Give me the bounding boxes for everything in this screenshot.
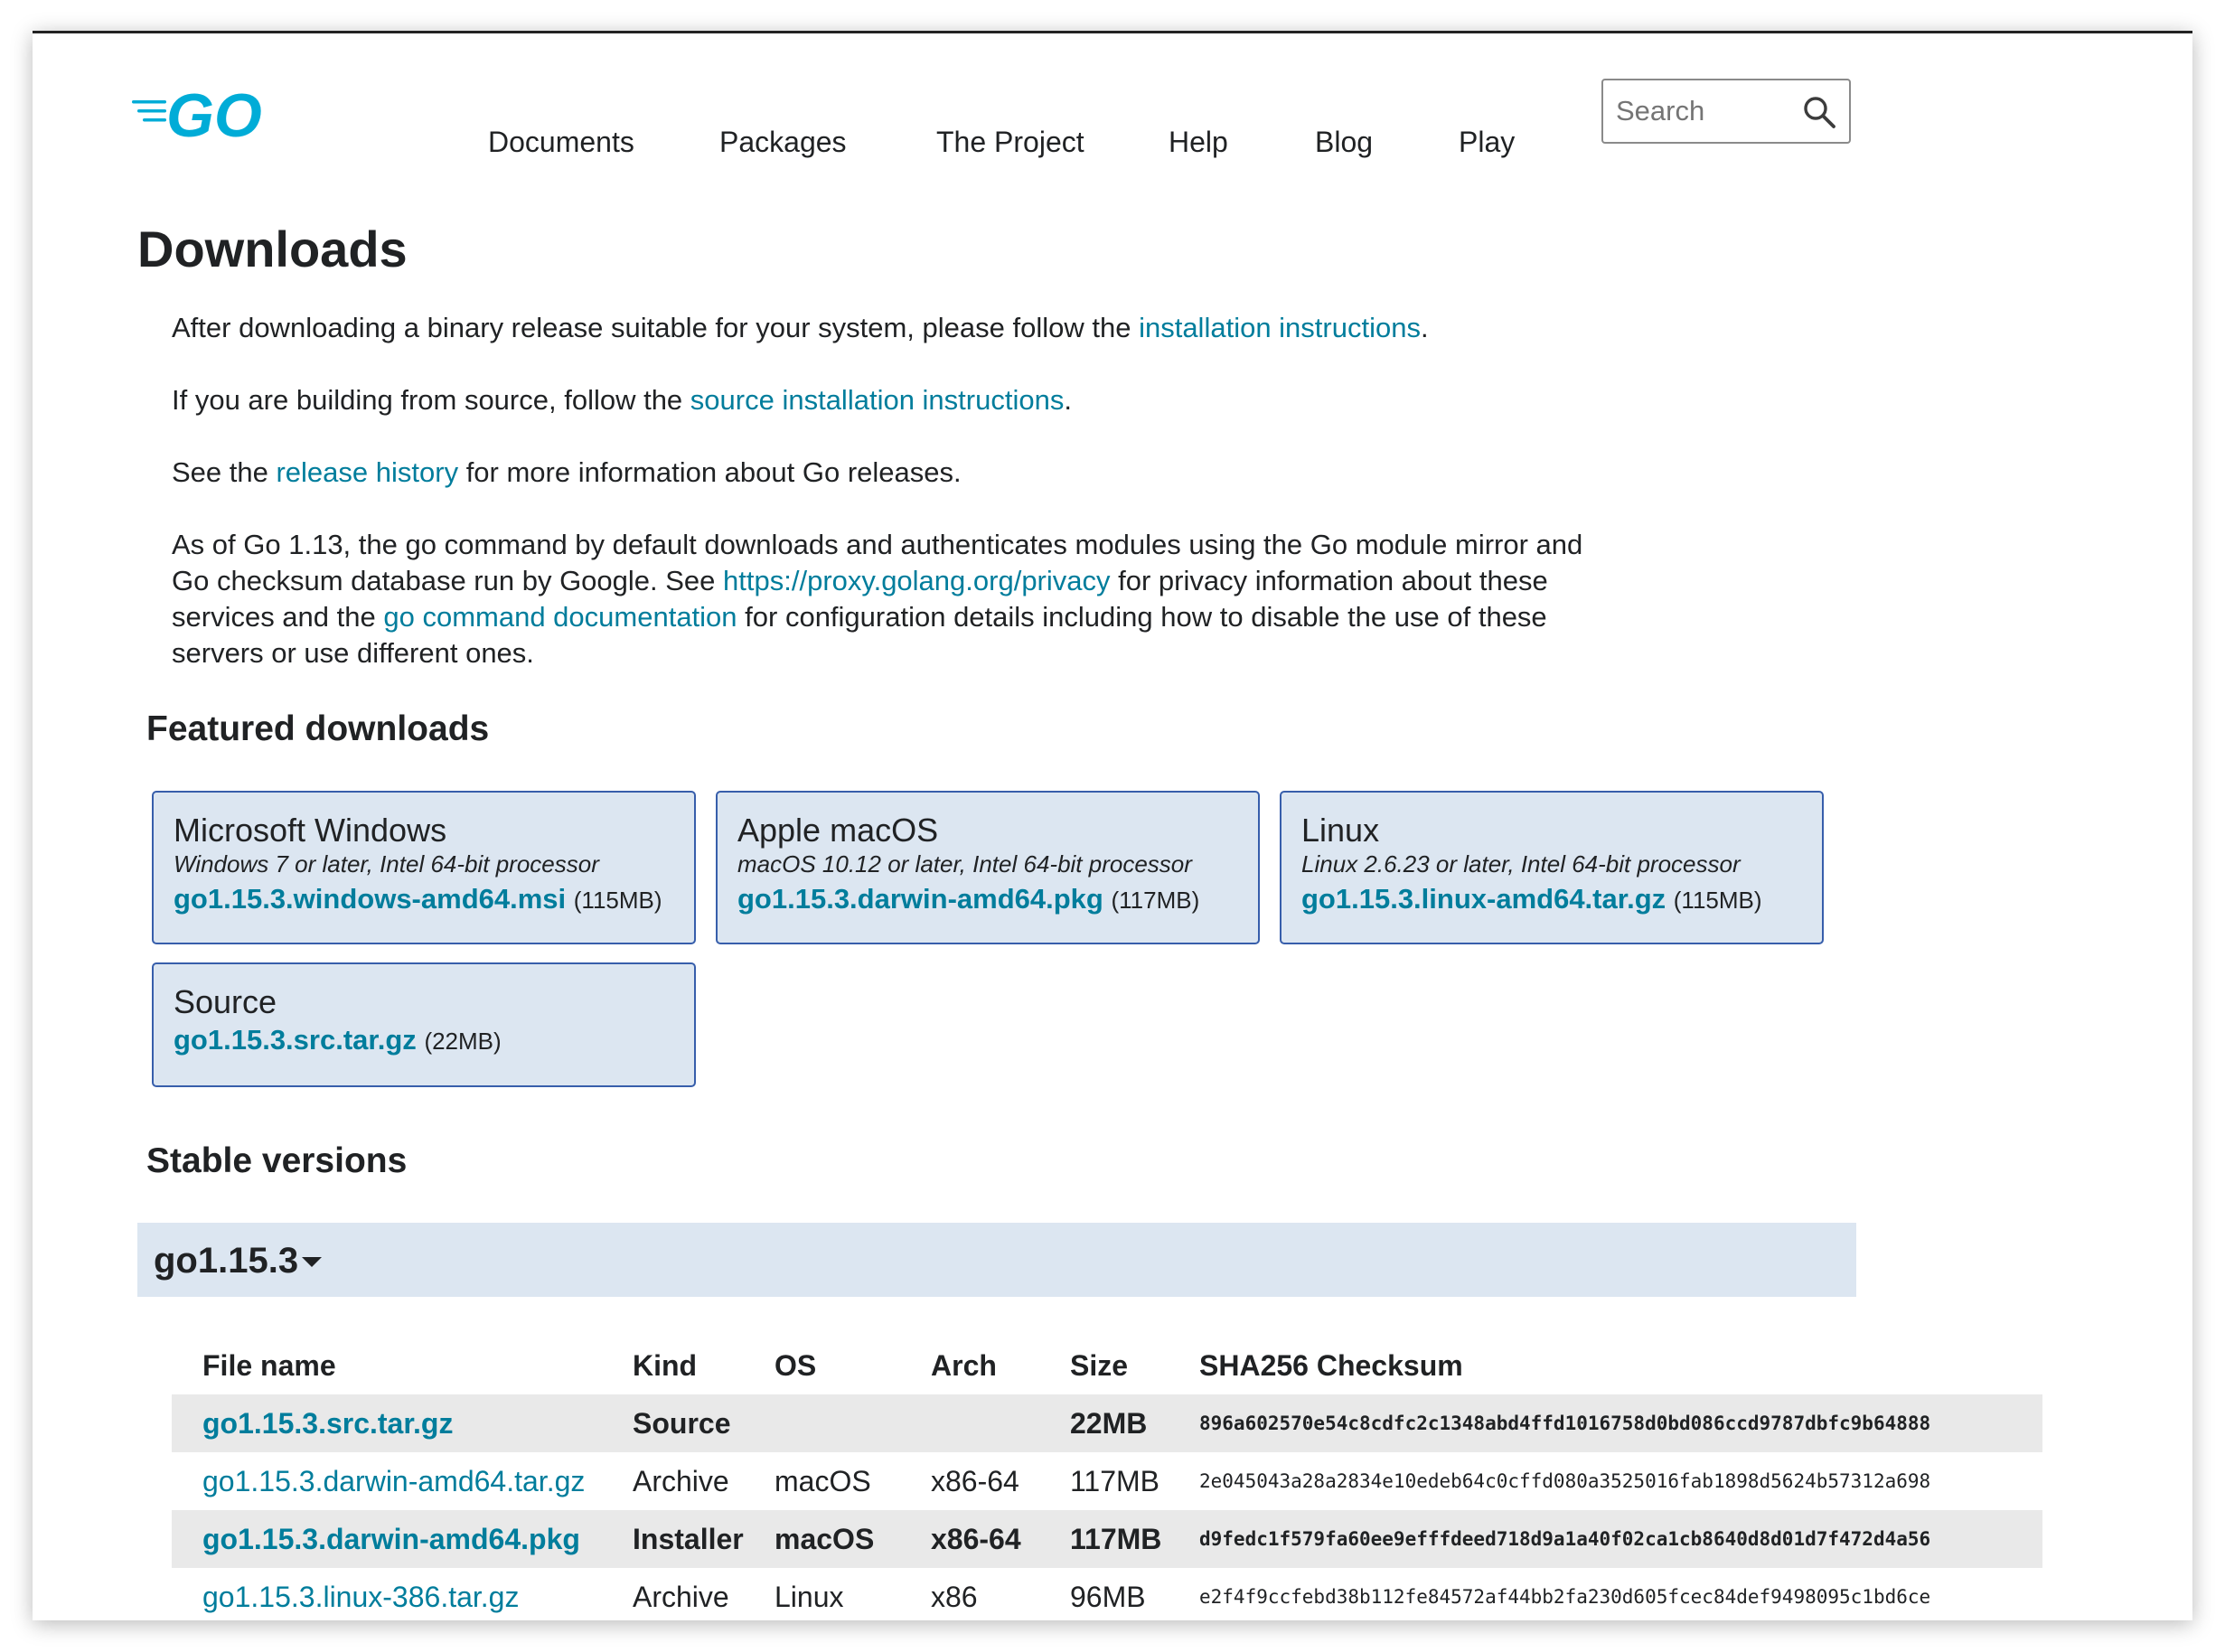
card-file: go1.15.3.src.tar.gz (22MB) bbox=[174, 1020, 674, 1061]
page-title: Downloads bbox=[137, 221, 408, 277]
featured-downloads-heading: Featured downloads bbox=[146, 709, 490, 748]
caret-down-icon bbox=[302, 1257, 322, 1267]
card-subtitle: Windows 7 or later, Intel 64-bit process… bbox=[174, 850, 599, 878]
intro-paragraph-source: If you are building from source, follow … bbox=[172, 382, 1618, 418]
column-header-size: Size bbox=[1070, 1349, 1129, 1382]
card-file: go1.15.3.linux-amd64.tar.gz (115MB) bbox=[1301, 879, 1802, 920]
column-header-arch: Arch bbox=[931, 1349, 997, 1382]
card-file-size: (115MB) bbox=[573, 887, 662, 914]
card-title: Source bbox=[174, 983, 277, 1020]
downloads-page: GO Documents Packages The Project Help B… bbox=[33, 33, 2192, 1620]
column-header-os: OS bbox=[775, 1349, 817, 1382]
proxy-privacy-link[interactable]: https://proxy.golang.org/privacy bbox=[723, 565, 1110, 596]
svg-text:GO: GO bbox=[166, 81, 262, 145]
search-icon[interactable] bbox=[1802, 95, 1836, 129]
card-subtitle: macOS 10.12 or later, Intel 64-bit proce… bbox=[737, 850, 1192, 878]
table-row: go1.15.3.linux-386.tar.gz Archive Linux … bbox=[172, 1568, 2042, 1620]
nav-documents[interactable]: Documents bbox=[488, 126, 634, 159]
intro-paragraph-install: After downloading a binary release suita… bbox=[172, 310, 1618, 346]
card-title: Apple macOS bbox=[737, 812, 939, 849]
card-file-size: (115MB) bbox=[1673, 887, 1762, 914]
card-file-link[interactable]: go1.15.3.src.tar.gz bbox=[174, 1024, 417, 1056]
nav-help[interactable]: Help bbox=[1169, 126, 1228, 159]
nav-the-project[interactable]: The Project bbox=[936, 126, 1084, 159]
stable-versions-heading: Stable versions bbox=[146, 1141, 408, 1180]
arch-cell: x86 bbox=[931, 1581, 978, 1613]
featured-card-source[interactable]: Source go1.15.3.src.tar.gz (22MB) bbox=[152, 962, 696, 1087]
installation-instructions-link[interactable]: installation instructions bbox=[1139, 312, 1421, 343]
intro-text: for more information about Go releases. bbox=[458, 456, 962, 488]
source-installation-instructions-link[interactable]: source installation instructions bbox=[690, 384, 1065, 416]
file-link[interactable]: go1.15.3.linux-386.tar.gz bbox=[202, 1581, 519, 1613]
column-header-checksum: SHA256 Checksum bbox=[1199, 1349, 1463, 1382]
intro-text: If you are building from source, follow … bbox=[172, 384, 690, 416]
card-file: go1.15.3.windows-amd64.msi (115MB) bbox=[174, 879, 674, 920]
intro-text: . bbox=[1064, 384, 1072, 416]
card-subtitle: Linux 2.6.23 or later, Intel 64-bit proc… bbox=[1301, 850, 1741, 878]
size-cell: 22MB bbox=[1070, 1407, 1148, 1440]
file-name-cell: go1.15.3.darwin-amd64.tar.gz bbox=[202, 1452, 585, 1510]
featured-card-windows[interactable]: Microsoft Windows Windows 7 or later, In… bbox=[152, 791, 696, 944]
version-toggle[interactable]: go1.15.3 bbox=[137, 1223, 1856, 1297]
file-name-cell: go1.15.3.darwin-amd64.pkg bbox=[202, 1510, 580, 1568]
os-cell: macOS bbox=[775, 1465, 871, 1497]
intro-text: . bbox=[1420, 312, 1429, 343]
checksum-cell: e2f4f9ccfebd38b112fe84572af44bb2fa230d60… bbox=[1199, 1586, 1931, 1608]
file-link[interactable]: go1.15.3.darwin-amd64.pkg bbox=[202, 1523, 580, 1555]
file-link[interactable]: go1.15.3.src.tar.gz bbox=[202, 1407, 453, 1440]
card-file-link[interactable]: go1.15.3.linux-amd64.tar.gz bbox=[1301, 883, 1666, 915]
table-row: go1.15.3.src.tar.gz Source 22MB 896a6025… bbox=[172, 1394, 2042, 1452]
nav-play[interactable]: Play bbox=[1459, 126, 1515, 159]
release-history-link[interactable]: release history bbox=[276, 456, 458, 488]
table-header-row: File name Kind OS Arch Size SHA256 Check… bbox=[172, 1337, 2042, 1394]
card-title: Microsoft Windows bbox=[174, 812, 447, 849]
os-cell: macOS bbox=[775, 1523, 875, 1555]
checksum-cell: d9fedc1f579fa60ee9efffdeed718d9a1a40f02c… bbox=[1199, 1528, 1931, 1550]
size-cell: 117MB bbox=[1070, 1465, 1160, 1497]
os-cell: Linux bbox=[775, 1581, 844, 1613]
downloads-table: File name Kind OS Arch Size SHA256 Check… bbox=[172, 1337, 2042, 1620]
arch-cell: x86-64 bbox=[931, 1465, 1019, 1497]
card-file-size: (117MB) bbox=[1111, 887, 1200, 914]
size-cell: 96MB bbox=[1070, 1581, 1146, 1613]
go-logo[interactable]: GO bbox=[132, 80, 286, 145]
nav-blog[interactable]: Blog bbox=[1315, 126, 1373, 159]
arch-cell: x86-64 bbox=[931, 1523, 1021, 1555]
search-input[interactable] bbox=[1616, 93, 1788, 129]
card-file-size: (22MB) bbox=[424, 1028, 502, 1055]
column-header-file-name: File name bbox=[202, 1349, 336, 1382]
nav-packages[interactable]: Packages bbox=[719, 126, 847, 159]
kind-cell: Source bbox=[633, 1407, 731, 1440]
featured-card-linux[interactable]: Linux Linux 2.6.23 or later, Intel 64-bi… bbox=[1280, 791, 1824, 944]
table-row: go1.15.3.darwin-amd64.pkg Installer macO… bbox=[172, 1510, 2042, 1568]
file-link[interactable]: go1.15.3.darwin-amd64.tar.gz bbox=[202, 1465, 585, 1497]
card-file: go1.15.3.darwin-amd64.pkg (117MB) bbox=[737, 879, 1238, 920]
version-label: go1.15.3 bbox=[154, 1241, 299, 1281]
intro-paragraph-history: See the release history for more informa… bbox=[172, 455, 1618, 491]
browser-window: GO Documents Packages The Project Help B… bbox=[33, 31, 2192, 1620]
checksum-cell: 2e045043a28a2834e10edeb64c0cffd080a35250… bbox=[1199, 1470, 1931, 1492]
checksum-cell: 896a602570e54c8cdfc2c1348abd4ffd1016758d… bbox=[1199, 1413, 1931, 1434]
kind-cell: Archive bbox=[633, 1581, 729, 1613]
card-title: Linux bbox=[1301, 812, 1380, 849]
file-name-cell: go1.15.3.src.tar.gz bbox=[202, 1394, 453, 1452]
column-header-kind: Kind bbox=[633, 1349, 698, 1382]
size-cell: 117MB bbox=[1070, 1523, 1162, 1555]
card-file-link[interactable]: go1.15.3.darwin-amd64.pkg bbox=[737, 883, 1103, 915]
card-file-link[interactable]: go1.15.3.windows-amd64.msi bbox=[174, 883, 566, 915]
search-box bbox=[1601, 79, 1851, 144]
go-command-documentation-link[interactable]: go command documentation bbox=[383, 601, 737, 633]
intro-text: See the bbox=[172, 456, 277, 488]
intro-paragraph-proxy: As of Go 1.13, the go command by default… bbox=[172, 527, 1618, 671]
kind-cell: Installer bbox=[633, 1523, 744, 1555]
go-logo-icon: GO bbox=[132, 81, 262, 145]
file-name-cell: go1.15.3.linux-386.tar.gz bbox=[202, 1568, 519, 1620]
intro-text: After downloading a binary release suita… bbox=[172, 312, 1140, 343]
kind-cell: Archive bbox=[633, 1465, 729, 1497]
featured-card-macos[interactable]: Apple macOS macOS 10.12 or later, Intel … bbox=[716, 791, 1260, 944]
table-row: go1.15.3.darwin-amd64.tar.gz Archive mac… bbox=[172, 1452, 2042, 1510]
